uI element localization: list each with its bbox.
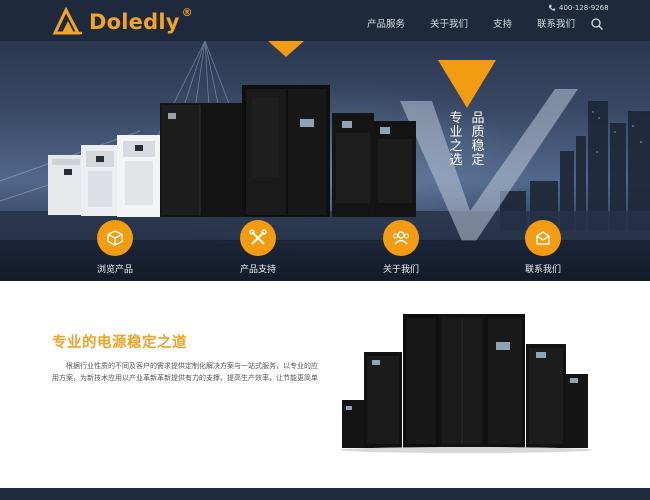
quick-link-products[interactable]: 浏览产品 (75, 220, 155, 275)
quick-circle-about (383, 220, 419, 256)
product-photo (340, 314, 592, 453)
nav-about[interactable]: 关于我们 (430, 16, 468, 30)
users-icon (392, 231, 410, 245)
tools-icon (249, 229, 267, 245)
nav-products[interactable]: 产品服务 (367, 16, 405, 30)
nav-support[interactable]: 支持 (493, 16, 512, 30)
logo-triangle-icon (52, 7, 82, 35)
phone-contact[interactable]: 400-128-9268 (548, 4, 609, 12)
brand-logo[interactable]: Doledly ® (52, 5, 193, 37)
registered-mark: ® (181, 5, 193, 19)
quick-link-contact[interactable]: 联系我们 (503, 220, 583, 275)
hero-banner: 专业之选 品质稳定 浏览产品 产品支持 关于我们 联系我们 (0, 41, 650, 281)
orange-triangle-large (438, 60, 496, 108)
phone-number: 400-128-9268 (559, 4, 609, 12)
quick-link-support[interactable]: 产品支持 (218, 220, 298, 275)
quick-circle-support (240, 220, 276, 256)
intro-text: 根据行业性质的不同及客户的需求提供定制化解决方案与一站式服务，以专业的应用方案，… (52, 362, 318, 382)
footer-bar (0, 488, 650, 500)
search-icon[interactable] (590, 17, 604, 31)
orange-triangle-small (268, 41, 304, 57)
box-icon (107, 230, 123, 246)
quick-label-contact: 联系我们 (524, 265, 561, 275)
nav-contact[interactable]: 联系我们 (537, 16, 575, 30)
envelope-icon (536, 231, 550, 245)
quick-label-support: 产品支持 (239, 265, 276, 275)
quick-circle-products (97, 220, 133, 256)
quick-label-products: 浏览产品 (96, 265, 133, 275)
phone-icon (548, 4, 556, 11)
quick-label-about: 关于我们 (382, 265, 419, 275)
black-cabinets (160, 85, 416, 217)
quick-circle-contact (525, 220, 561, 256)
main-nav: 产品服务 关于我们 支持 联系我们 (367, 16, 600, 30)
white-cabinets (48, 135, 161, 217)
brand-name: Doledly (89, 10, 180, 34)
intro-title: 专业的电源稳定之道 (52, 335, 187, 351)
slogan-quality: 品质稳定 (471, 111, 485, 168)
site-header: Doledly ® 400-128-9268 产品服务 关于我们 支持 联系我们 (0, 0, 650, 41)
quick-link-about[interactable]: 关于我们 (361, 220, 441, 275)
slogan-professional: 专业之选 (449, 111, 463, 168)
